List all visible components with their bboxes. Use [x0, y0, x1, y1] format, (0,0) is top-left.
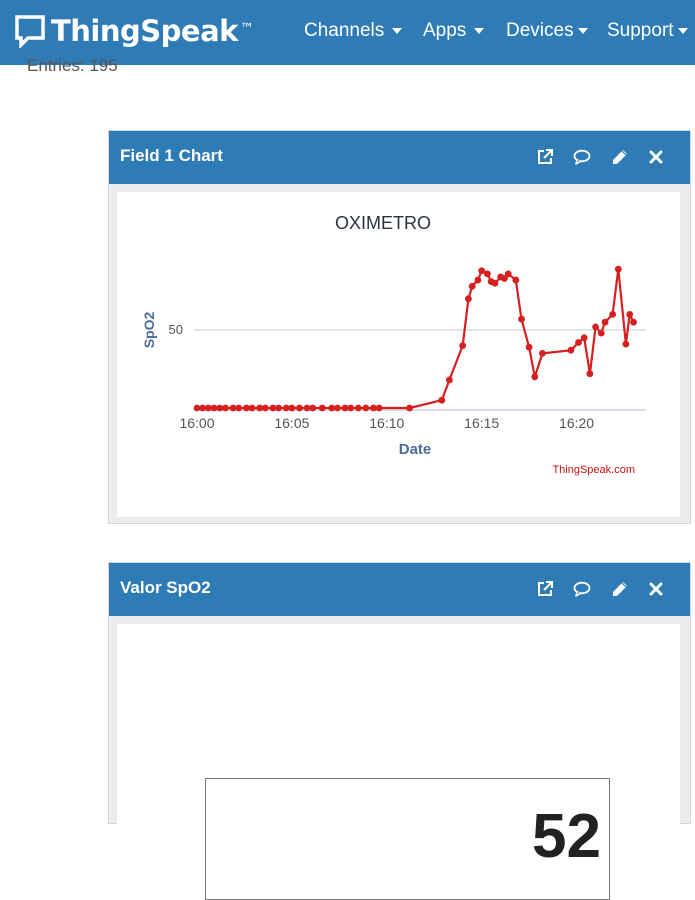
nav-apps[interactable]: Apps [423, 0, 485, 62]
pencil-icon[interactable] [611, 148, 629, 166]
data-point[interactable] [318, 404, 326, 412]
data-point[interactable] [580, 334, 588, 342]
panel-header: Field 1 Chart [109, 131, 690, 184]
numeric-display-area: 52 [117, 624, 680, 900]
panel-title: Field 1 Chart [120, 146, 223, 165]
data-point[interactable] [586, 370, 594, 378]
data-point[interactable] [464, 295, 472, 303]
data-point[interactable] [567, 346, 575, 354]
data-point[interactable] [309, 404, 317, 412]
valor-spo2-panel: Valor SpO2 52 [108, 562, 691, 900]
data-point[interactable] [261, 404, 269, 412]
data-point[interactable] [539, 350, 546, 357]
x-tick-label: 16:00 [179, 415, 214, 431]
x-axis-label: Date [399, 441, 432, 458]
external-link-icon[interactable] [536, 580, 554, 598]
panel-title: Valor SpO2 [120, 578, 211, 597]
chart-area: OXIMETRO SpO2 Date ThingSpeak.com 50 16:… [117, 192, 680, 517]
data-point[interactable] [459, 342, 467, 349]
series-line [197, 268, 635, 410]
caret-down-icon [577, 28, 588, 34]
data-point[interactable] [609, 311, 617, 318]
comment-icon[interactable] [573, 580, 591, 598]
numeric-display-box: 52 [205, 778, 610, 900]
data-point[interactable] [518, 315, 525, 323]
data-point[interactable] [504, 270, 512, 278]
data-point[interactable] [275, 404, 283, 412]
data-point[interactable] [483, 270, 491, 278]
data-point[interactable] [296, 404, 303, 412]
x-tick-label: 16:20 [559, 415, 594, 431]
data-point[interactable] [438, 396, 446, 404]
data-point[interactable] [235, 404, 243, 412]
nav-devices-label: Devices [506, 20, 574, 41]
data-point[interactable] [601, 318, 609, 326]
y-tick-label: 50 [169, 322, 183, 337]
caret-down-icon [392, 28, 403, 34]
data-point[interactable] [592, 323, 599, 331]
panel-header: Valor SpO2 [109, 563, 690, 616]
nav-devices[interactable]: Devices [506, 0, 588, 62]
data-point[interactable] [491, 279, 499, 287]
brand-name: ThingSpeak [51, 14, 238, 48]
spo2-line-chart: OXIMETRO SpO2 Date ThingSpeak.com 50 16:… [141, 213, 646, 476]
close-icon[interactable] [647, 148, 665, 166]
data-point[interactable] [622, 340, 630, 348]
caret-down-icon [677, 28, 688, 34]
data-point[interactable] [474, 276, 482, 284]
x-tick-label: 16:10 [369, 415, 404, 431]
caret-down-icon [474, 28, 485, 34]
chart-title: OXIMETRO [335, 213, 431, 233]
nav-channels-label: Channels [304, 20, 385, 41]
data-point[interactable] [525, 343, 533, 351]
nav-channels[interactable]: Channels [304, 0, 403, 62]
data-point[interactable] [334, 404, 341, 412]
thingspeak-logo[interactable]: ThingSpeak ™ [14, 14, 254, 48]
data-point[interactable] [288, 404, 296, 412]
chart-series [193, 265, 637, 412]
chart-gridlines: 50 [169, 322, 646, 337]
nav-support[interactable]: Support [607, 0, 688, 62]
data-point[interactable] [626, 311, 634, 318]
field-1-chart-panel: Field 1 Chart OXIMETRO SpO2 Date ThingSp… [108, 130, 691, 524]
nav-support-label: Support [607, 20, 674, 41]
data-point[interactable] [468, 282, 476, 290]
entries-count: Entries: 195 [27, 56, 118, 75]
data-point[interactable] [347, 404, 355, 412]
data-point[interactable] [614, 265, 622, 273]
data-point[interactable] [597, 329, 605, 337]
data-point[interactable] [446, 376, 453, 384]
trademark-symbol: ™ [239, 21, 254, 37]
comment-icon[interactable] [573, 148, 591, 166]
nav-apps-label: Apps [423, 20, 467, 41]
data-point[interactable] [512, 276, 520, 284]
chart-x-axis: 16:00 16:05 16:10 16:15 16:20 [179, 409, 646, 431]
x-tick-label: 16:05 [274, 415, 309, 431]
data-point[interactable] [362, 404, 370, 412]
external-link-icon[interactable] [536, 148, 554, 166]
data-point[interactable] [222, 404, 229, 412]
data-point[interactable] [248, 404, 256, 412]
data-point[interactable] [630, 318, 637, 326]
y-axis-label: SpO2 [141, 312, 157, 349]
thingspeak-credit[interactable]: ThingSpeak.com [552, 464, 635, 476]
x-tick-label: 16:15 [464, 415, 499, 431]
chat-bubble-logo-icon [15, 15, 45, 48]
data-point[interactable] [354, 404, 362, 412]
data-point[interactable] [531, 373, 539, 381]
close-icon[interactable] [647, 580, 665, 598]
data-point[interactable] [406, 404, 413, 412]
pencil-icon[interactable] [611, 580, 629, 598]
data-point[interactable] [575, 339, 582, 346]
data-point[interactable] [375, 404, 383, 412]
